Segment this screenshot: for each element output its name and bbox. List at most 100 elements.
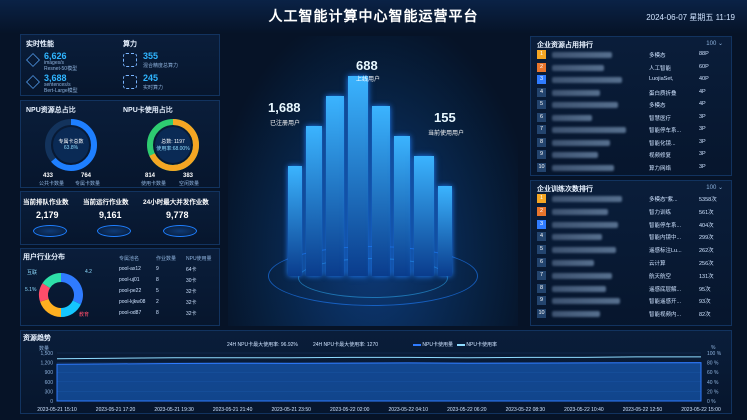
redacted-name [552,234,602,241]
trend-chart: 1,500 100 % 1,200 80 % 900 60 % 600 40 % 300 20 %… [37,351,721,413]
industry-cell: pool-pe22 [119,288,142,294]
concurrent-icon [163,225,197,237]
jobs-label-1: 当前运行作业数 [83,199,129,206]
rank-dept: 智能停车系... [649,128,682,134]
y-tick-left: 900 [45,370,54,376]
redacted-name [552,272,612,279]
rank1-dropdown[interactable]: 100 ⌄ [706,40,723,47]
power-sub-1: 实时算力 [143,85,164,91]
rank-badge: 10 [537,309,546,319]
industry-header-0: 专属池名 [119,256,140,262]
rank-badge: 1 [537,50,546,59]
redacted-name [552,77,622,83]
rank-badge: 5 [537,245,546,255]
rank-row[interactable]: 6 云计算 256次 [537,257,727,269]
rank-dept: 智能视频内... [649,312,682,319]
rank-dept: 航天航空 [649,273,672,280]
rank-row[interactable]: 9 视频修复 3P [537,149,727,161]
rank-value: 299次 [699,235,714,242]
rank-badge: 1 [537,194,546,203]
industry-legend-3: 教育 [79,312,90,318]
rank-row[interactable]: 7 智能停车系... 3P [537,124,727,136]
rank-row[interactable]: 8 遥感底层解... 95次 [537,283,727,295]
y-tick-right: 0 % [707,399,716,405]
rank-row[interactable]: 2 人工智能 60P [537,62,727,74]
redacted-name [552,311,600,318]
legend-swatch-2 [457,343,465,346]
rank-value: 95次 [699,286,711,293]
series-usage-area [56,362,702,402]
rank-dept: 多模态 [649,53,666,59]
rank-row[interactable]: 2 智力训练 561次 [537,206,727,218]
npu-res-b-value: 764 [81,173,92,179]
rank-row[interactable]: 1 多模态"紫... 5358次 [537,193,727,205]
trend-panel: 资源趋势 24H NPU卡最大使用率: 96.92% 24H NPU卡最大使用率… [20,330,732,414]
users-reg-label: 已注册用户 [270,121,301,127]
city-visual: 688 上线用户 1,688 已注册用户 155 当前使用用户 [228,36,518,326]
rank-row[interactable]: 7 航天航空 131次 [537,270,727,282]
rank-row[interactable]: 4 智能内镜中... 299次 [537,231,727,243]
industry-cell: 8 [156,277,159,283]
jobs-label-2: 24小时最大并发作业数 [143,199,209,206]
redacted-name [552,285,606,292]
npu-res-a-label: 公共卡数量 [39,181,65,187]
rank-row[interactable]: 4 蛋白质折叠 4P [537,87,727,99]
rank-row[interactable]: 5 遥感标注Lu... 262次 [537,244,727,256]
redacted-name [552,152,598,158]
npu-panel: NPU资源总占比 NPU卡使用占比 专属卡总数 63.8% 433 764 公共… [20,100,220,188]
npu-use-a-label: 使用卡数量 [141,181,167,187]
rank1-panel: 企业资源占用排行 100 ⌄ 1 多模态 88P 2 人工智能 60P 3 Luoj… [530,36,732,176]
trend-peak2: 24H NPU卡最大使用率: 1270 [313,342,379,348]
x-tick: 2023-05-22 04:10 [389,407,429,413]
rank-value: 4P [699,101,706,107]
perf-title: 实时性能 [26,41,54,48]
y-tick-left: 1,500 [40,351,53,357]
rank-row[interactable]: 3 LuojiaSet, 40P [537,74,727,86]
rank-row[interactable]: 10 智能视频内... 82次 [537,308,727,320]
industry-legend-2: 5.1% [25,287,37,293]
rank2-panel: 企业训练次数排行 100 ⌄ 1 多模态"紫... 5358次 2 智力训练 56… [530,180,732,326]
rank-row[interactable]: 5 多模态 4P [537,99,727,111]
rank-dept: 蛋白质折叠 [649,90,677,97]
rank-dept: 多模态 [649,103,666,109]
rank-dept: 视频修复 [649,153,672,159]
rank-value: 256次 [699,261,714,267]
chip-icon [123,53,137,67]
jobs-panel: 当前排队作业数 当前运行作业数 24小时最大并发作业数 2,179 9,161 … [20,191,220,245]
rank2-dropdown[interactable]: 100 ⌄ [706,184,723,191]
redacted-name [552,114,592,121]
rank-dept: 智能遥感开... [649,299,682,306]
npu-res-center-label: 专属卡总数 [58,139,84,145]
rank-row[interactable]: 9 智能遥感开... 93次 [537,295,727,307]
rank-value: 404次 [699,222,714,229]
industry-cell: 9 [156,266,159,272]
industry-panel: 用户行业分布 互联 4.2 5.1% 教育 专属池名 作业数量 NPU使用量 p… [20,248,220,326]
running-icon [97,225,131,237]
y-tick-right: 40 % [707,380,719,386]
chevron-down-icon: ⌄ [717,41,723,47]
y-tick-right: 80 % [707,361,719,367]
rank-row[interactable]: 10 算力网络 3P [537,162,727,174]
npu-use-b-label: 空闲数量 [179,181,200,187]
x-tick: 2023-05-21 15:10 [37,407,77,413]
industry-cell: pool-od87 [119,310,142,316]
industry-legend-1: 4.2 [85,269,92,275]
rank-row[interactable]: 3 智能停车系... 404次 [537,219,727,231]
rank-value: 561次 [699,209,714,216]
redacted-name [552,64,604,71]
npu-res-title: NPU资源总占比 [26,107,76,114]
rank-row[interactable]: 1 多模态 88P [537,49,727,61]
series-rate-line [56,356,701,360]
trend-peak1: 24H NPU卡最大使用率: 96.92% [227,342,298,348]
rank-row[interactable]: 6 智慧医疗 3P [537,112,727,124]
chevron-down-icon: ⌄ [717,185,723,191]
rank-value: 88P [699,51,709,57]
users-reg-value: 1,688 [268,100,301,115]
rank-value: 40P [699,76,709,82]
rank-badge: 2 [537,206,546,216]
cube-icon [26,75,40,89]
jobs-value-1: 9,161 [99,210,122,220]
rank-row[interactable]: 8 智能化镜... 3P [537,137,727,149]
trend-legend2: NPU卡使用率 [457,341,497,348]
perf-sub-0: Resnet-50模型 [44,66,78,72]
